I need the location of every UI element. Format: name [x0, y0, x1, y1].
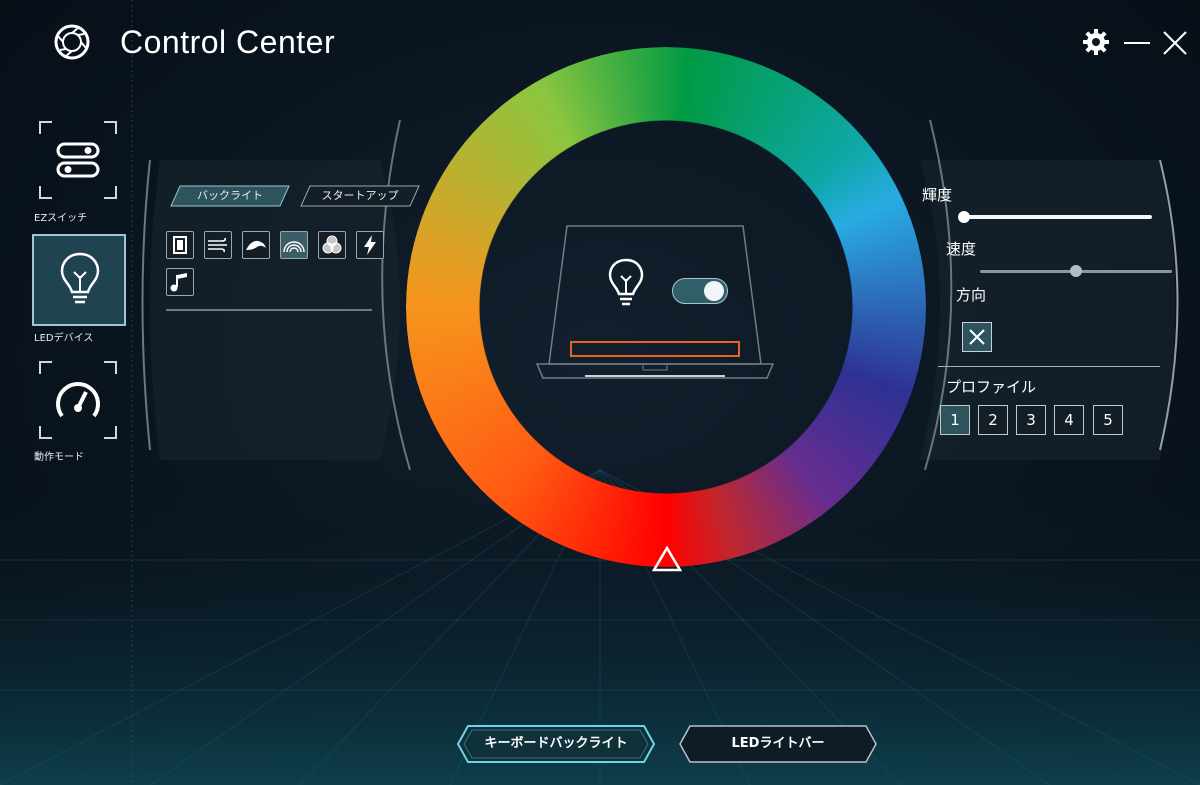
- tab-label: スタートアップ: [321, 189, 399, 202]
- speed-label: 速度: [946, 240, 977, 258]
- effect-wave-button[interactable]: [242, 231, 270, 259]
- cross-icon: [969, 329, 985, 345]
- color-mix-effect-icon: [322, 235, 342, 254]
- sidebar-item-led-device[interactable]: [32, 234, 126, 326]
- button-label: キーボードバックライト: [484, 736, 628, 751]
- settings-gear-icon[interactable]: [1082, 28, 1110, 56]
- sidebar-item-label: 動作モード: [34, 452, 84, 463]
- lightbulb-icon: [60, 252, 100, 304]
- sidebar-item-operation-mode[interactable]: [38, 360, 118, 440]
- wind-effect-icon: [208, 237, 227, 253]
- tab-backlight[interactable]: バックライト: [170, 185, 290, 207]
- divider: [166, 309, 372, 311]
- wave-effect-icon: [246, 240, 266, 250]
- brightness-slider-thumb[interactable]: [958, 211, 970, 223]
- effect-music-button[interactable]: [166, 268, 194, 296]
- profile-button-5[interactable]: 5: [1093, 405, 1123, 435]
- direction-button[interactable]: [962, 322, 992, 352]
- keyboard-backlight-button[interactable]: キーボードバックライト: [456, 724, 656, 764]
- app-title: Control Center: [120, 24, 336, 60]
- speed-slider-thumb[interactable]: [1070, 265, 1082, 277]
- divider: [938, 366, 1160, 367]
- profile-button-1[interactable]: 1: [940, 405, 970, 435]
- minimize-icon[interactable]: [1122, 30, 1152, 56]
- close-icon[interactable]: [1160, 28, 1190, 58]
- static-effect-icon: [173, 236, 187, 254]
- app-logo-icon: [54, 24, 90, 60]
- rainbow-effect-icon: [283, 241, 305, 253]
- profile-label: プロファイル: [946, 378, 1037, 396]
- brightness-slider[interactable]: [964, 215, 1152, 219]
- led-power-toggle[interactable]: [672, 278, 728, 304]
- effect-wind-button[interactable]: [204, 231, 232, 259]
- effect-static-button[interactable]: [166, 231, 194, 259]
- sidebar-item-ez-switch[interactable]: [38, 120, 118, 200]
- color-marker-triangle-icon[interactable]: [652, 546, 682, 572]
- toggle-knob: [704, 281, 724, 301]
- effect-rainbow-button[interactable]: [280, 231, 308, 259]
- toggle-switches-icon: [56, 142, 100, 178]
- profile-button-4[interactable]: 4: [1054, 405, 1084, 435]
- laptop-illustration-icon: [535, 225, 775, 379]
- brightness-label: 輝度: [922, 186, 953, 204]
- music-effect-icon: [170, 273, 187, 292]
- led-light-bar-button[interactable]: LEDライトバー: [678, 724, 878, 764]
- tab-startup[interactable]: スタートアップ: [300, 185, 420, 207]
- profile-button-2[interactable]: 2: [978, 405, 1008, 435]
- sidebar-item-label: EZスイッチ: [34, 213, 88, 224]
- profile-button-3[interactable]: 3: [1016, 405, 1046, 435]
- tab-label: バックライト: [197, 189, 263, 202]
- effect-color-mix-button[interactable]: [318, 231, 346, 259]
- button-label: LEDライトバー: [731, 736, 825, 751]
- flash-effect-icon: [364, 235, 376, 255]
- speedometer-icon: [56, 382, 100, 418]
- direction-label: 方向: [956, 286, 987, 304]
- lightbulb-icon: [608, 258, 644, 306]
- sidebar-item-label: LEDデバイス: [34, 333, 94, 344]
- effect-flash-button[interactable]: [356, 231, 384, 259]
